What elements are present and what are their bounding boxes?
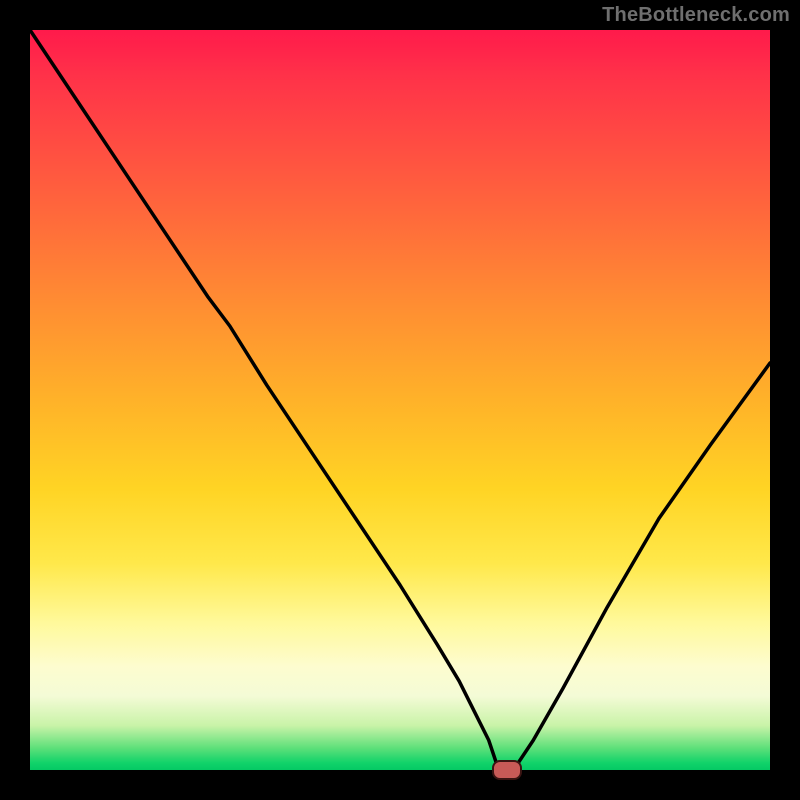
chart-frame: TheBottleneck.com	[0, 0, 800, 800]
optimum-marker	[492, 760, 522, 780]
attribution-text: TheBottleneck.com	[602, 4, 790, 27]
plot-area	[30, 30, 770, 770]
bottleneck-curve	[30, 30, 770, 770]
curve-path	[30, 30, 770, 770]
